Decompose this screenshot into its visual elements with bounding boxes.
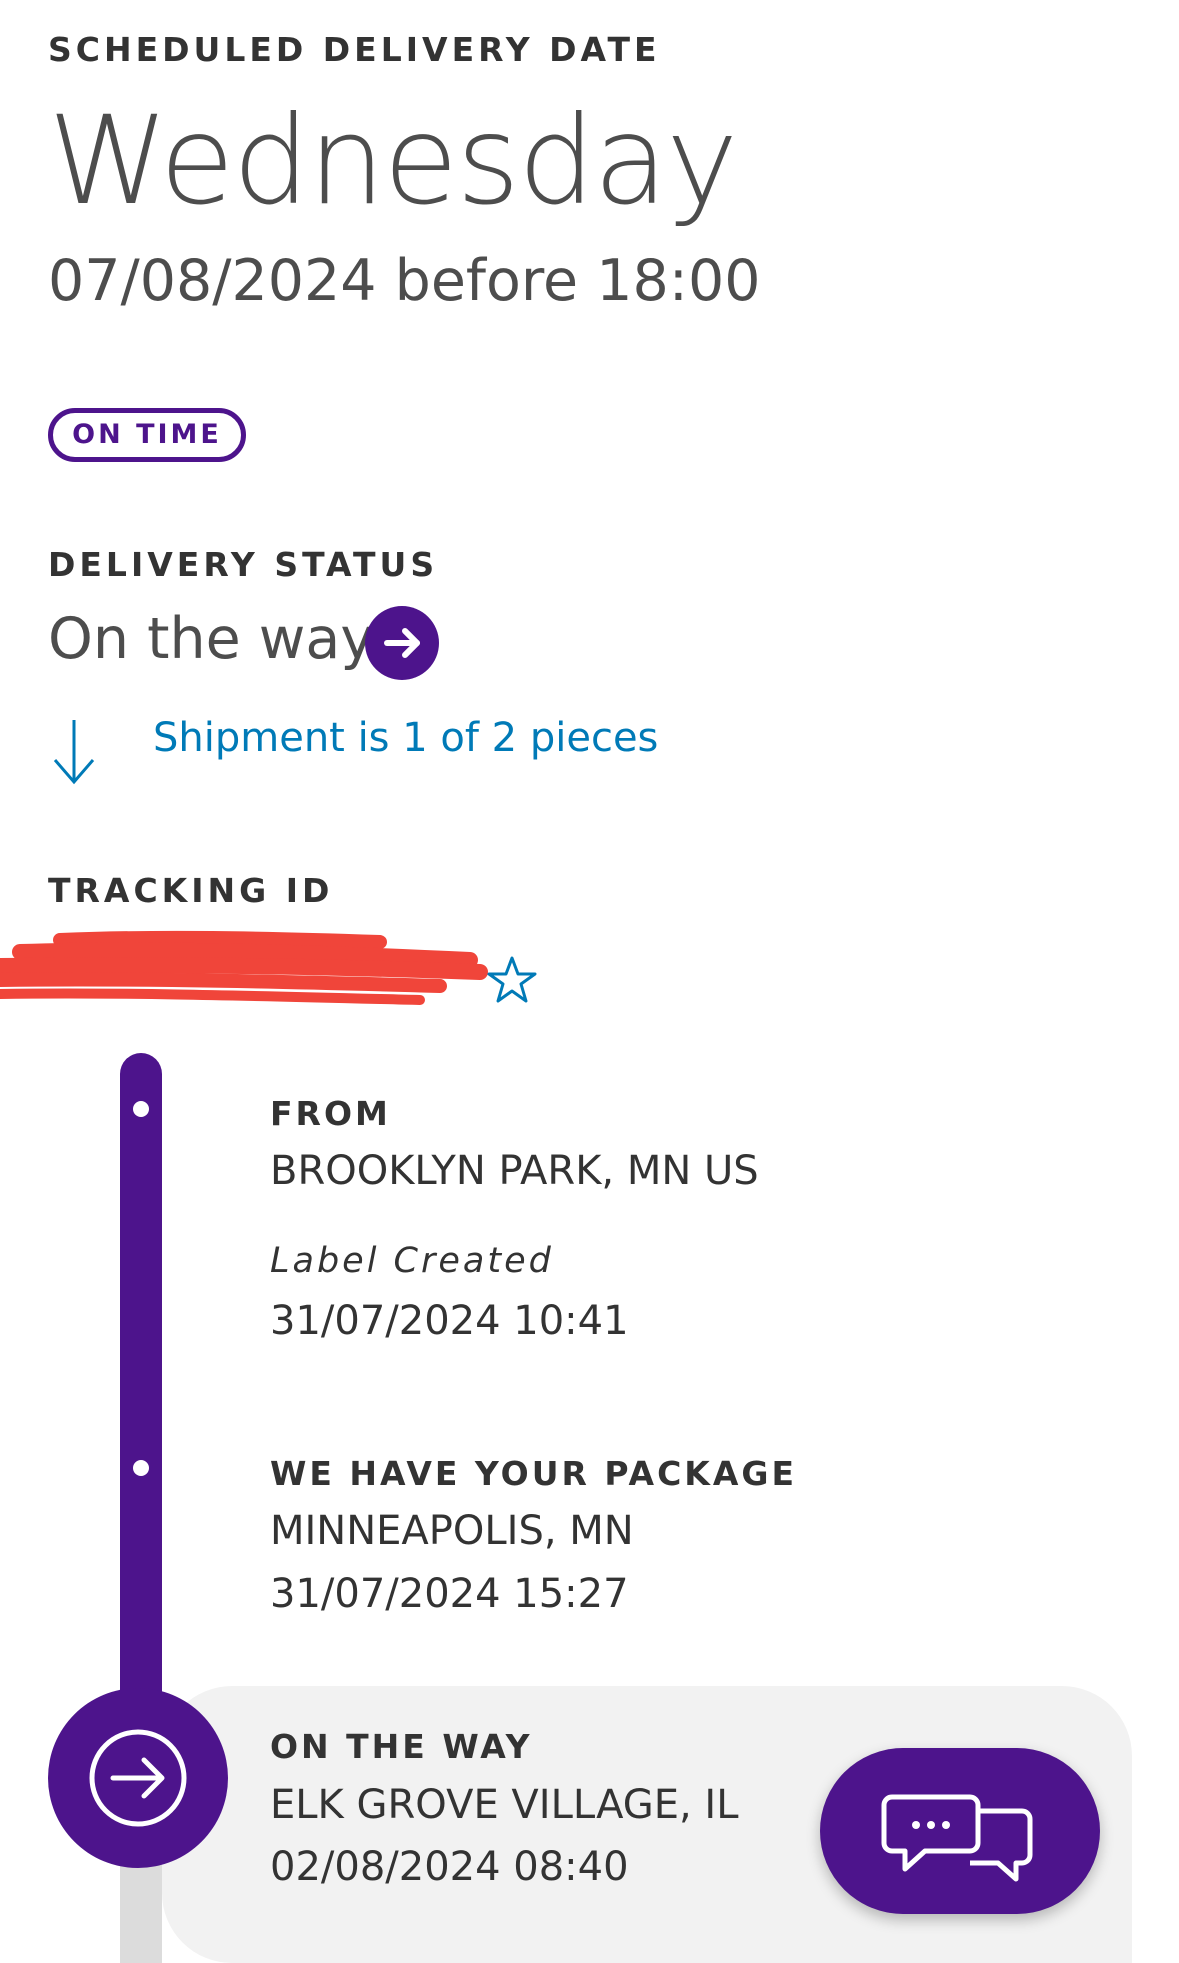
from-event: Label Created	[270, 1241, 554, 1281]
picked-up-datetime: 31/07/2024 15:27	[270, 1571, 629, 1617]
scheduled-delivery-label: SCHEDULED DELIVERY DATE	[48, 30, 661, 69]
from-datetime: 31/07/2024 10:41	[270, 1298, 629, 1344]
timeline-progress-bar	[120, 1053, 162, 1753]
current-step-label: ON THE WAY	[270, 1727, 533, 1766]
chat-bubbles-icon	[881, 1794, 1033, 1882]
arrow-right-circle-icon	[89, 1729, 187, 1827]
picked-up-location: MINNEAPOLIS, MN	[270, 1508, 634, 1554]
current-step-marker	[48, 1688, 228, 1868]
delivery-status-value: On the way	[48, 606, 375, 672]
delivery-day: Wednesday	[48, 90, 738, 232]
delivery-status-label: DELIVERY STATUS	[48, 545, 439, 584]
from-label: FROM	[270, 1094, 391, 1133]
current-step-datetime: 02/08/2024 08:40	[270, 1844, 629, 1890]
chat-button[interactable]	[820, 1748, 1100, 1914]
on-time-badge: ON TIME	[48, 408, 246, 462]
delivery-datetime: 07/08/2024 before 18:00	[48, 248, 761, 314]
arrow-right-circle-icon	[384, 628, 420, 658]
picked-up-label: WE HAVE YOUR PACKAGE	[270, 1454, 798, 1493]
redacted-tracking-id	[0, 930, 500, 1010]
arrow-down-icon[interactable]	[52, 718, 96, 786]
tracking-id-label: TRACKING ID	[48, 871, 334, 910]
status-arrow-button[interactable]	[365, 606, 439, 680]
star-outline-icon[interactable]	[487, 955, 537, 1005]
from-location: BROOKLYN PARK, MN US	[270, 1148, 759, 1194]
shipment-pieces-link[interactable]: Shipment is 1 of 2 pieces	[153, 715, 658, 761]
timeline-dot-picked-up	[133, 1460, 149, 1476]
timeline-dot-from	[133, 1101, 149, 1117]
current-step-location: ELK GROVE VILLAGE, IL	[270, 1782, 739, 1828]
